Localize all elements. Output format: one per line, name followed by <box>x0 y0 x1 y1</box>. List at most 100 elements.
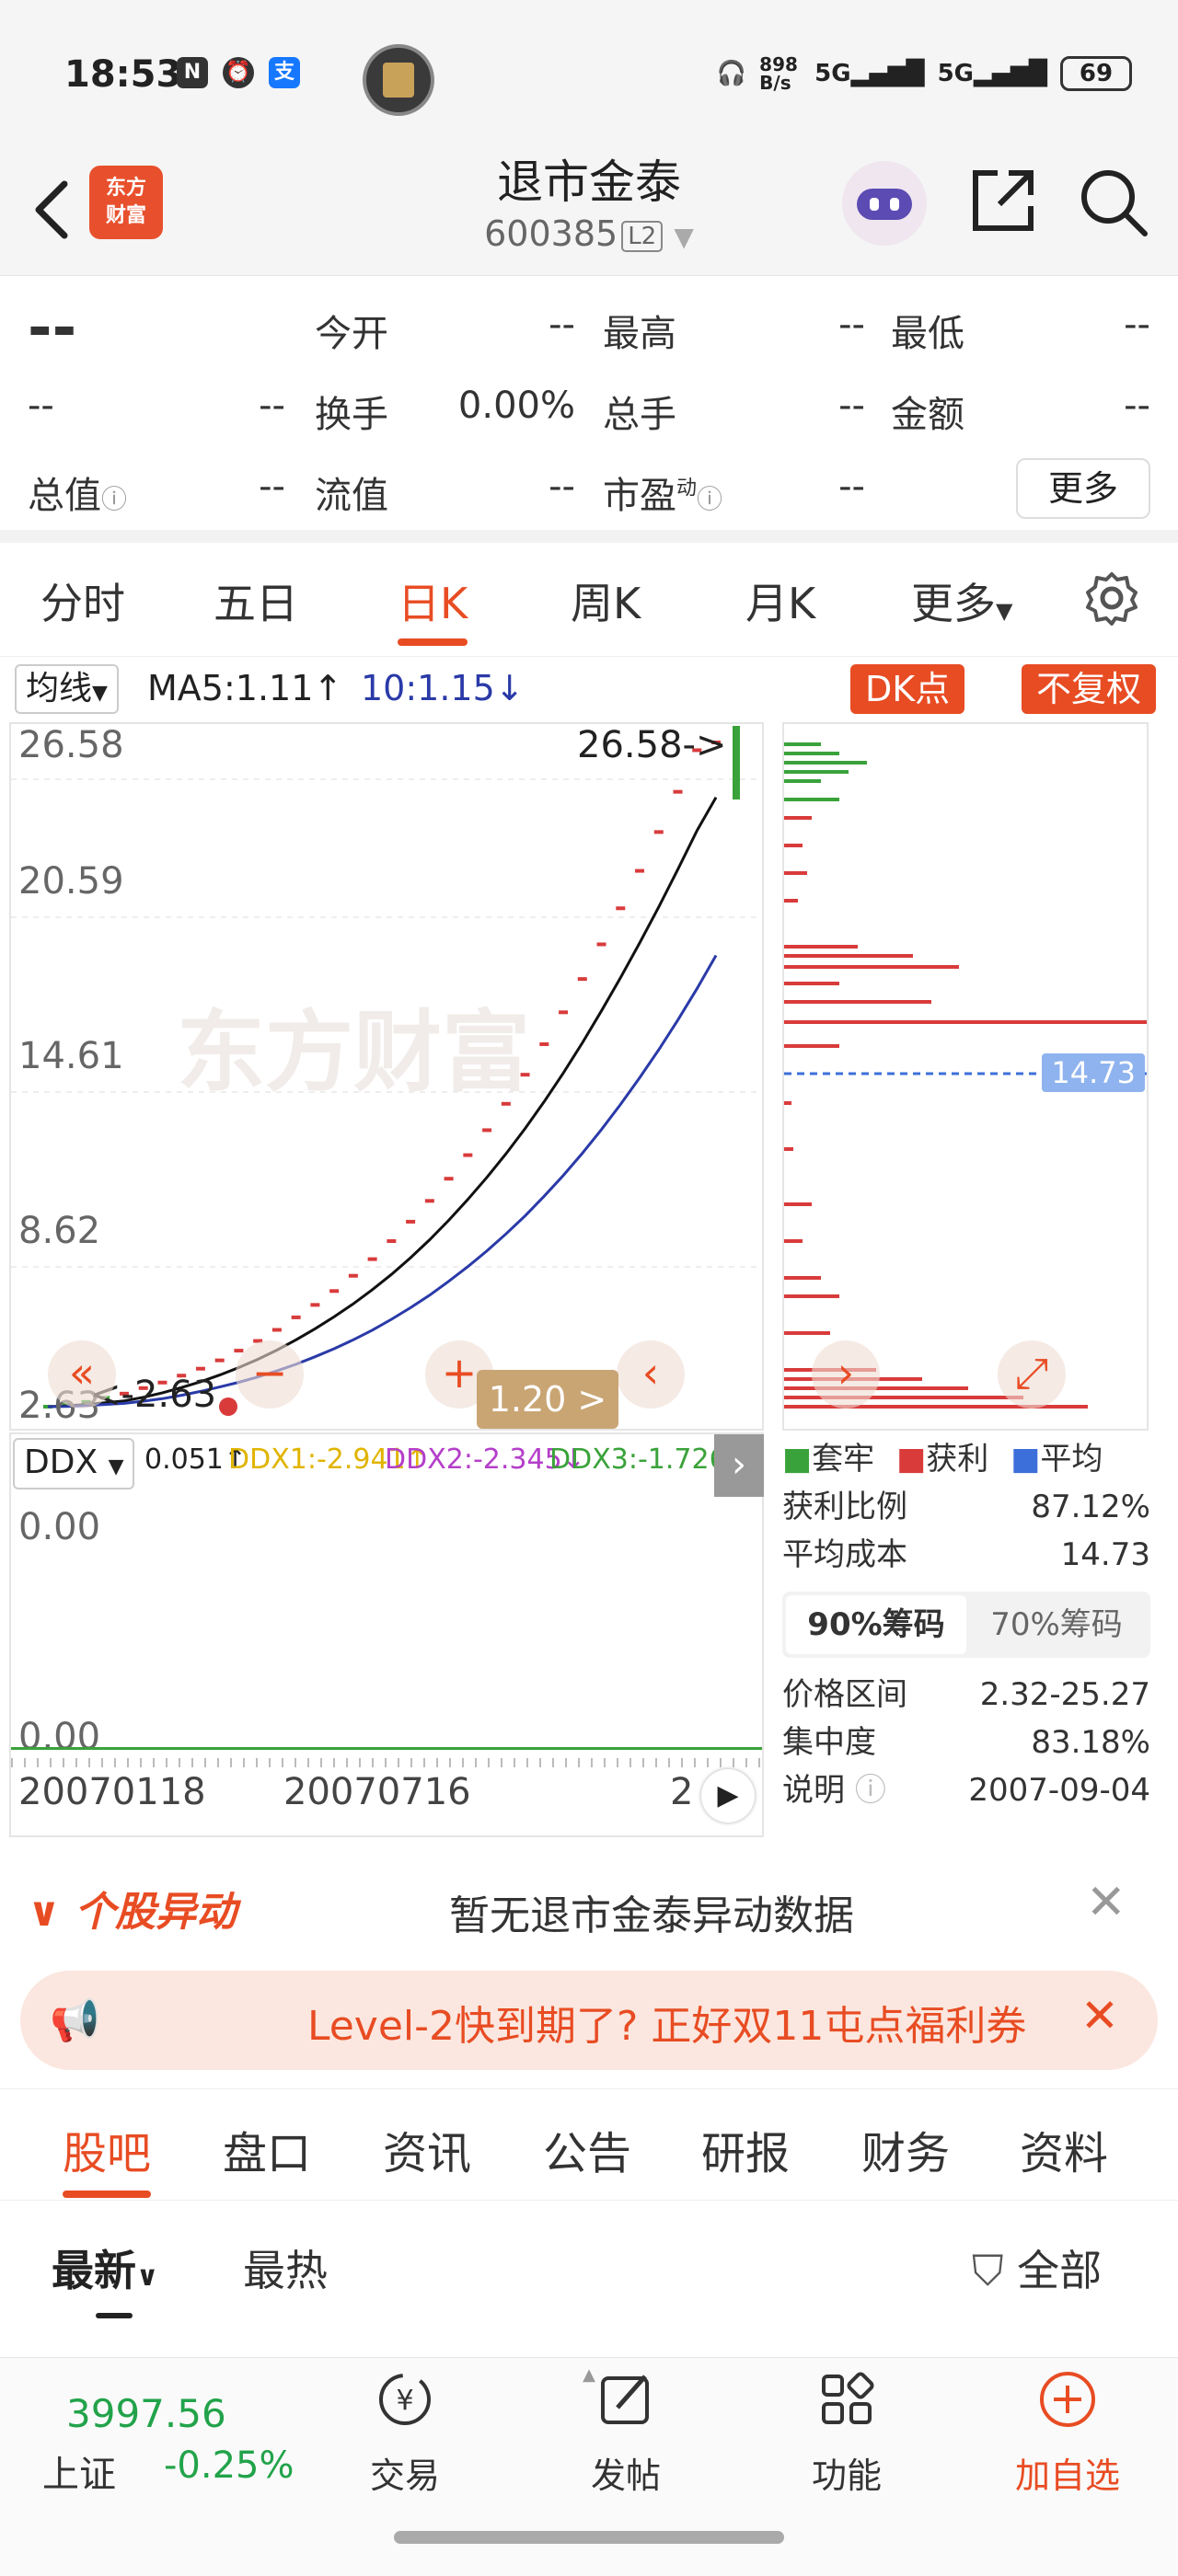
tab-orderbook[interactable]: 盘口 <box>223 2117 311 2181</box>
chip-legend: ■套牢 ■获利 ■平均 获利比例 87.12% 平均成本 14.73 90%筹码 7… <box>782 1435 1150 1814</box>
ddx-panel[interactable]: DDX ▼ 0.051↑ DDX1:-2.941↑ DDX2:-2.345↓ D… <box>9 1432 764 1837</box>
zoom-level[interactable]: 1.20 > <box>477 1370 618 1429</box>
share-icon[interactable] <box>968 166 1038 236</box>
tab-news[interactable]: 资讯 <box>383 2117 471 2181</box>
nav-function[interactable]: 功能 <box>773 2367 920 2498</box>
zoom-out-icon[interactable]: − <box>236 1340 304 1409</box>
candle <box>577 977 587 982</box>
legend-average: ■平均 <box>1011 1441 1103 1478</box>
watermark: 东方财富 <box>177 1000 530 1104</box>
chip-distribution[interactable]: 14.73 › ⤢ <box>782 722 1149 1431</box>
candle <box>635 868 645 873</box>
current-price: -- <box>28 294 77 362</box>
note-row: 说明 ⓘ 2007-09-04 <box>782 1772 1150 1809</box>
turnover-value: 0.00% <box>457 385 575 427</box>
ddx-selector[interactable]: DDX ▼ <box>13 1438 135 1489</box>
tab-five-day[interactable]: 五日 <box>214 570 298 631</box>
abnormal-label[interactable]: ∨ 个股异动 <box>28 1879 237 1938</box>
time-axis <box>11 1758 762 1767</box>
search-icon[interactable] <box>1077 166 1150 239</box>
chevron-down-icon: ∨ <box>28 1889 61 1936</box>
date-end: 2 <box>670 1771 694 1813</box>
tab-monthly-k[interactable]: 月K <box>745 570 815 631</box>
ma-selector[interactable]: 均线▼ <box>15 664 119 714</box>
nav-add-watch[interactable]: 加自选 <box>994 2367 1141 2498</box>
tab-chip-90[interactable]: 90%筹码 <box>786 1595 966 1654</box>
net-speed: 898 B/s <box>759 53 798 94</box>
tab-chip-70[interactable]: 70%筹码 <box>966 1595 1147 1654</box>
turnover-label: 换手 <box>315 394 388 436</box>
candle <box>367 1257 377 1261</box>
filter-all[interactable]: ⛉ 全部 <box>972 2237 1102 2298</box>
legend-trapped: ■套牢 <box>782 1441 875 1478</box>
index-value[interactable]: 3997.56 <box>66 2391 226 2436</box>
avg-cost-row: 平均成本 14.73 <box>782 1536 1150 1573</box>
chip-bar <box>784 1331 830 1335</box>
kline-chart[interactable]: 东方财富 26.58 20.59 14.61 8.62 2.63 26.58->… <box>9 722 764 1431</box>
sort-latest[interactable]: 最新∨ <box>52 2237 158 2298</box>
candle <box>673 789 683 794</box>
chip-bar <box>784 742 821 746</box>
dk-point-button[interactable]: DK点 <box>850 664 965 714</box>
settings-gear-icon[interactable] <box>1084 570 1139 626</box>
more-button[interactable]: 更多 <box>1016 458 1150 519</box>
chip-bar <box>784 1202 812 1206</box>
mktcap-label[interactable]: 总值ⓘ <box>28 466 127 519</box>
sub-filter: 最新∨ 最热 ⛉ 全部 <box>0 2208 1178 2318</box>
home-indicator[interactable] <box>394 2531 784 2544</box>
tab-more[interactable]: 更多▼ <box>911 570 1012 631</box>
promo-banner[interactable]: 📢 Level-2快到期了? 正好双11屯点福利券 ✕ <box>20 1971 1158 2070</box>
alarm-icon: ⏰ <box>223 57 254 88</box>
chip-bar <box>784 1294 839 1298</box>
level2-badge: L2 <box>621 220 664 252</box>
close-icon[interactable]: ✕ <box>1086 1875 1126 1930</box>
candle <box>387 1239 397 1244</box>
candle <box>616 906 626 911</box>
candle <box>348 1273 358 1278</box>
ddx-zero-line <box>11 1747 762 1750</box>
chip-bar <box>784 752 839 755</box>
trade-icon: ¥ <box>379 2374 431 2425</box>
tab-weekly-k[interactable]: 周K <box>571 570 641 631</box>
chip-bar <box>784 1101 791 1105</box>
candle <box>329 1289 340 1294</box>
chip-bar <box>784 779 821 783</box>
sort-hot[interactable]: 最热 <box>243 2237 328 2298</box>
profit-ratio-row: 获利比例 87.12% <box>782 1489 1150 1525</box>
caret-down-icon: ▼ <box>92 682 108 705</box>
min-point <box>219 1397 237 1416</box>
tab-profile[interactable]: 资料 <box>1020 2117 1108 2181</box>
avatar-image <box>383 63 414 98</box>
abnormal-message: 暂无退市金泰异动数据 <box>449 1892 854 1939</box>
tab-guba[interactable]: 股吧 <box>63 2117 152 2198</box>
content-tabs: 股吧 盘口 资讯 公告 研报 财务 资料 <box>0 2088 1178 2201</box>
tab-finance[interactable]: 财务 <box>861 2117 950 2181</box>
pe-label[interactable]: 市盈动ⓘ <box>603 466 722 519</box>
tab-daily-k[interactable]: 日K <box>398 570 468 646</box>
expand-icon[interactable]: ⤢ <box>998 1340 1066 1409</box>
tab-intraday[interactable]: 分时 <box>40 570 125 631</box>
tab-announcement[interactable]: 公告 <box>543 2117 631 2181</box>
promo-text: Level-2快到期了? 正好双11屯点福利券 <box>307 2003 1027 2050</box>
next-icon[interactable]: › <box>812 1340 880 1409</box>
ma10-value: 10:1.15↓ <box>361 668 525 708</box>
nav-trade[interactable]: ¥ 交易 <box>331 2367 479 2498</box>
adjust-button[interactable]: 不复权 <box>1022 664 1157 714</box>
play-icon[interactable]: ▶ <box>701 1769 755 1823</box>
signal-1-icon: 5G▂▄▆█ <box>814 60 925 87</box>
close-icon[interactable]: ✕ <box>1080 1989 1119 2042</box>
candle <box>559 1010 569 1015</box>
rewind-icon[interactable]: « <box>48 1340 116 1409</box>
ai-assistant-icon[interactable] <box>842 161 927 246</box>
candle <box>271 1328 282 1332</box>
nav-post[interactable]: 发帖 <box>552 2367 699 2498</box>
floating-app-avatar[interactable] <box>363 44 434 116</box>
edit-icon <box>601 2375 649 2424</box>
ma5-value: MA5:1.11↑ <box>147 668 343 708</box>
chip-bar <box>784 798 839 801</box>
candle <box>234 1349 244 1353</box>
ma-bar: 均线▼ MA5:1.11↑ 10:1.15↓ DK点 不复权 <box>0 664 1178 719</box>
prev-icon[interactable]: ‹ <box>617 1340 685 1409</box>
tab-research[interactable]: 研报 <box>701 2117 790 2181</box>
expand-right-icon[interactable]: › <box>714 1434 764 1497</box>
